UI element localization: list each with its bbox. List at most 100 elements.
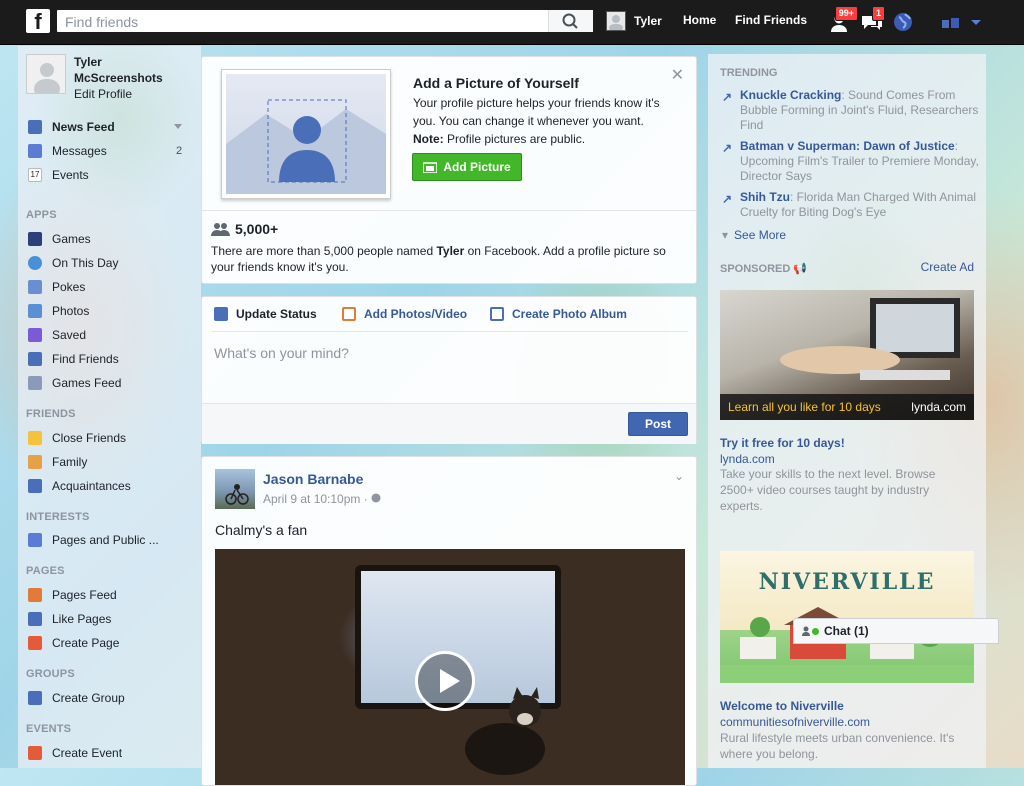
namesake-count: 5,000+ [211, 221, 278, 237]
left-sidebar: Tyler McScreenshots Edit Profile News Fe… [18, 46, 201, 768]
interests-heading: INTERESTS [26, 511, 90, 523]
messages-count: 2 [176, 145, 183, 157]
create-ad-link[interactable]: Create Ad [921, 260, 974, 274]
pencil-icon [214, 307, 228, 321]
person-icon [802, 626, 810, 636]
sidebar-item-games[interactable]: Games [28, 230, 91, 248]
find-friends-icon [28, 352, 42, 366]
lock-people-icon [942, 18, 959, 28]
ad-banner-text: NIVERVILLE [758, 569, 936, 595]
sidebar-item-pages-public[interactable]: Pages and Public ... [28, 531, 159, 549]
right-column: TRENDING ↗ Knuckle Cracking: Sound Comes … [708, 54, 986, 768]
photo-video-icon [342, 307, 356, 321]
post-text: Chalmy's a fan [215, 522, 308, 538]
play-icon[interactable] [415, 651, 475, 711]
sidebar-item-on-this-day[interactable]: On This Day [28, 254, 118, 272]
ad-banner-text: Learn all you like for 10 days [728, 400, 881, 414]
profile-avatar[interactable] [26, 54, 66, 94]
trending-arrow-icon: ↗ [722, 141, 733, 155]
prompt-description: Your profile picture helps your friends … [413, 96, 660, 146]
ad-url[interactable]: communitiesofniverville.com [720, 715, 870, 729]
camera-icon [423, 162, 438, 173]
sidebar-item-photos[interactable]: Photos [28, 302, 89, 320]
sidebar-item-pokes[interactable]: Pokes [28, 278, 85, 296]
sidebar-item-pages-feed[interactable]: Pages Feed [28, 586, 117, 604]
status-composer: Update Status Add Photos/Video Create Ph… [201, 296, 697, 444]
sidebar-item-family[interactable]: Family [28, 453, 87, 471]
niverville-ad-image[interactable]: NIVERVILLE [720, 551, 974, 683]
messages-icon [28, 144, 42, 158]
sidebar-item-create-page[interactable]: Create Page [28, 634, 119, 652]
sidebar-item-messages[interactable]: Messages [28, 142, 107, 160]
tab-create-photo-album[interactable]: Create Photo Album [490, 307, 627, 321]
sidebar-item-close-friends[interactable]: Close Friends [28, 429, 126, 447]
lynda-ad-image[interactable]: Learn all you like for 10 days lynda.com [720, 290, 974, 420]
chevron-down-icon: ▾ [722, 228, 729, 242]
trending-item[interactable]: ↗ Shih Tzu: Florida Man Charged With Anim… [722, 190, 980, 220]
post-author[interactable]: Jason Barnabe [263, 471, 363, 487]
sidebar-item-events[interactable]: 17 Events [28, 166, 89, 184]
games-icon [28, 232, 42, 246]
tab-update-status[interactable]: Update Status [214, 307, 317, 321]
post-options-chevron-icon[interactable]: ⌄ [674, 469, 684, 483]
post-button[interactable]: Post [628, 412, 688, 436]
account-menu-button[interactable] [966, 10, 992, 34]
add-picture-button[interactable]: Add Picture [412, 153, 522, 181]
search-button[interactable] [548, 10, 593, 32]
privacy-shortcuts-button[interactable] [938, 10, 964, 34]
ad-title[interactable]: Welcome to Niverville [720, 699, 844, 713]
news-feed-options-icon[interactable] [174, 124, 182, 130]
sidebar-item-create-group[interactable]: Create Group [28, 689, 125, 707]
sidebar-item-create-event[interactable]: Create Event [28, 744, 122, 762]
close-icon[interactable]: ✕ [671, 65, 684, 85]
namesake-text: There are more than 5,000 people named T… [211, 244, 666, 274]
nav-home-link[interactable]: Home [683, 13, 716, 27]
facebook-logo[interactable]: f [26, 9, 50, 33]
sidebar-profile[interactable]: Tyler McScreenshots Edit Profile [26, 54, 174, 102]
profile-name[interactable]: Tyler McScreenshots [74, 54, 174, 86]
author-avatar[interactable] [215, 469, 255, 509]
sidebar-item-like-pages[interactable]: Like Pages [28, 610, 111, 628]
messages-nav-button[interactable]: 1 [859, 6, 885, 34]
ad-body: Take your skills to the next level. Brow… [720, 467, 936, 513]
thumbs-up-icon [28, 612, 42, 626]
globe-icon [371, 493, 381, 503]
nav-profile-link[interactable]: Tyler [606, 11, 662, 31]
tab-add-photos-video[interactable]: Add Photos/Video [342, 307, 467, 321]
sidebar-item-saved[interactable]: Saved [28, 326, 86, 344]
friends-heading: FRIENDS [26, 408, 76, 420]
feed-post: Jason Barnabe April 9 at 10:10pm · ⌄ Cha… [201, 456, 697, 786]
online-dot-icon [812, 627, 819, 635]
ad-url[interactable]: lynda.com [720, 452, 775, 466]
ad-title[interactable]: Try it free for 10 days! [720, 436, 845, 450]
family-icon [28, 455, 42, 469]
sidebar-item-news-feed[interactable]: News Feed [28, 118, 115, 136]
trending-arrow-icon: ↗ [722, 192, 733, 206]
sponsored-heading: SPONSORED 📢 [720, 263, 808, 275]
profile-picture-placeholder[interactable] [221, 69, 391, 199]
post-video[interactable] [215, 549, 685, 785]
trending-item[interactable]: ↗ Knuckle Cracking: Sound Comes From Bubb… [722, 88, 980, 133]
sidebar-item-find-friends[interactable]: Find Friends [28, 350, 119, 368]
globe-icon [894, 13, 912, 31]
trending-heading: TRENDING [720, 67, 778, 79]
people-icon [211, 223, 230, 236]
groups-heading: GROUPS [26, 668, 75, 680]
friend-requests-badge: 99+ [834, 6, 858, 21]
photos-icon [28, 304, 42, 318]
chat-tab[interactable]: Chat (1) [793, 618, 999, 644]
trending-item[interactable]: ↗ Batman v Superman: Dawn of Justice: Upc… [722, 139, 980, 184]
nav-find-friends-link[interactable]: Find Friends [735, 13, 807, 27]
edit-profile-link[interactable]: Edit Profile [74, 86, 174, 102]
notifications-button[interactable] [891, 10, 917, 34]
megaphone-icon: 📢 [793, 263, 808, 275]
sidebar-item-games-feed[interactable]: Games Feed [28, 374, 121, 392]
search-input[interactable] [63, 11, 547, 33]
see-more-link[interactable]: ▾ See More [722, 228, 786, 242]
sidebar-item-acquaintances[interactable]: Acquaintances [28, 477, 131, 495]
apps-heading: APPS [26, 209, 57, 221]
friend-requests-button[interactable]: 99+ [828, 6, 858, 34]
post-timestamp[interactable]: April 9 at 10:10pm [263, 492, 360, 506]
status-input[interactable]: What's on your mind? [214, 345, 349, 361]
acquaintances-icon [28, 479, 42, 493]
